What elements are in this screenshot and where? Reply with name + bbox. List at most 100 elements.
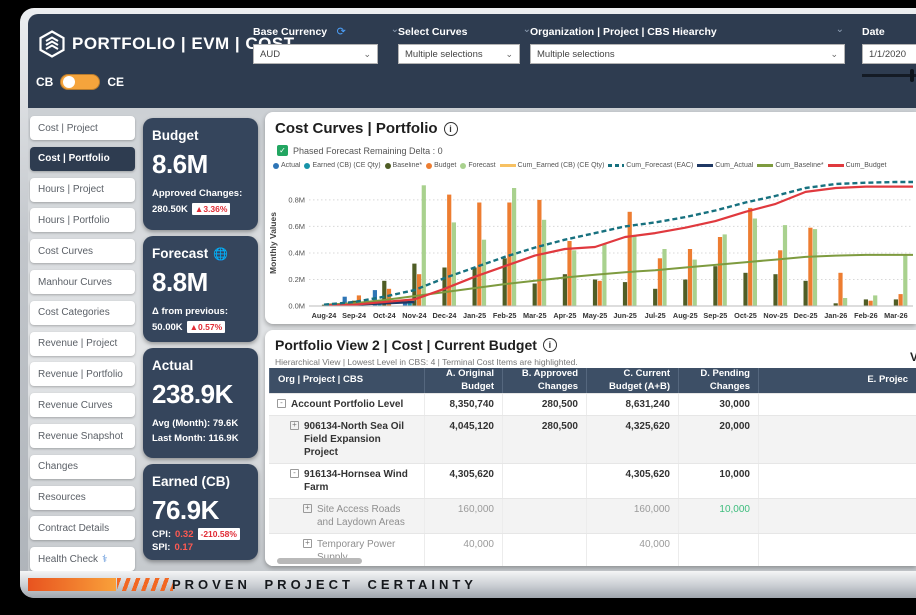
svg-text:Jan-25: Jan-25 xyxy=(463,311,486,320)
column-header[interactable]: E. Projec xyxy=(758,368,916,393)
table-row[interactable]: -Account Portfolio Level8,350,740280,500… xyxy=(269,393,916,415)
stethoscope-icon: ⚕ xyxy=(102,554,107,565)
legend-item[interactable]: Cum_Earned (CB) (CE Qty) xyxy=(500,162,605,169)
cb-ce-toggle[interactable] xyxy=(60,74,100,90)
legend-item[interactable]: Cum_Forecast (EAC) xyxy=(608,162,693,169)
row-value-cell: 280,500 xyxy=(502,416,586,463)
svg-text:Mar-26: Mar-26 xyxy=(884,311,908,320)
sidebar-item-revenue-project[interactable]: Revenue | Project xyxy=(30,332,135,356)
svg-text:0.2M: 0.2M xyxy=(288,275,305,284)
collapse-icon[interactable]: - xyxy=(290,469,299,478)
row-value-cell: 160,000 xyxy=(586,499,678,533)
toggle-label-ce: CE xyxy=(107,75,124,89)
legend-item[interactable]: Budget xyxy=(426,162,456,169)
select-curves-dropdown[interactable]: Multiple selections ⌄ xyxy=(398,44,520,64)
legend-item[interactable]: Cum_Budget xyxy=(828,162,887,169)
table-row[interactable]: -916134-Hornsea Wind Farm4,305,6204,305,… xyxy=(269,463,916,498)
expand-icon[interactable]: + xyxy=(303,539,312,548)
expand-icon[interactable]: + xyxy=(290,421,299,430)
sidebar-item-changes[interactable]: Changes xyxy=(30,455,135,479)
portfolio-table: Org | Project | CBSA. Original BudgetB. … xyxy=(269,368,916,566)
sidebar-item-hours-project[interactable]: Hours | Project xyxy=(30,178,135,202)
sidebar-item-revenue-portfolio[interactable]: Revenue | Portfolio xyxy=(30,362,135,386)
column-header[interactable]: D. Pending Changes xyxy=(678,368,758,393)
kpi-badge: -210.58% xyxy=(198,528,240,540)
svg-text:Monthly Values: Monthly Values xyxy=(268,212,278,274)
row-value-cell xyxy=(502,499,586,533)
sidebar-item-hours-portfolio[interactable]: Hours | Portfolio xyxy=(30,208,135,232)
slider-handle[interactable] xyxy=(910,69,914,82)
legend-item[interactable]: Cum_Actual xyxy=(697,162,753,169)
chevron-down-icon[interactable]: ⌄ xyxy=(836,24,844,35)
org-hierarchy-dropdown[interactable]: Multiple selections ⌄ xyxy=(530,44,845,64)
kpi-title: Budget xyxy=(152,128,249,143)
row-value-cell xyxy=(678,534,758,566)
brand-footer: PROVEN PROJECT CERTAINTY xyxy=(20,571,916,598)
kpi-value: 238.9K xyxy=(152,379,249,410)
column-header[interactable]: B. Approved Changes xyxy=(502,368,586,393)
row-value-cell: 30,000 xyxy=(678,394,758,415)
globe-icon: 🌐 xyxy=(213,247,228,261)
sidebar-item-manhour-curves[interactable]: Manhour Curves xyxy=(30,270,135,294)
app-header: PORTFOLIO | EVM | COST CB CE Base Curren… xyxy=(28,14,916,108)
base-currency-dropdown[interactable]: AUD ⌄ xyxy=(253,44,378,64)
toggle-label-cb: CB xyxy=(36,75,53,89)
column-header[interactable]: A. Original Budget xyxy=(424,368,502,393)
svg-text:Dec-24: Dec-24 xyxy=(433,311,458,320)
kpi-badge: ▲0.57% xyxy=(187,321,226,333)
screenshot-stage: PORTFOLIO | EVM | COST CB CE Base Curren… xyxy=(0,0,916,615)
svg-text:0.8M: 0.8M xyxy=(288,195,305,204)
info-icon[interactable]: i xyxy=(444,122,458,136)
sidebar-item-label: Revenue | Portfolio xyxy=(38,369,123,380)
chart-legend: Actual Earned (CB) (CE Qty) Baseline*Budge… xyxy=(273,162,916,169)
table-row[interactable]: +Site Access Roads and Laydown Areas160,… xyxy=(269,498,916,533)
svg-text:Jan-26: Jan-26 xyxy=(824,311,847,320)
sidebar-item-contract-details[interactable]: Contract Details xyxy=(30,516,135,540)
checkbox-checked-icon[interactable]: ✓ xyxy=(277,145,288,156)
chevron-down-icon: ⌄ xyxy=(830,49,838,60)
table-subtitle: Hierarchical View | Lowest Level in CBS:… xyxy=(275,357,578,367)
sidebar-item-revenue-snapshot[interactable]: Revenue Snapshot xyxy=(30,424,135,448)
legend-item[interactable]: Actual xyxy=(273,162,300,169)
date-range-slider[interactable] xyxy=(862,74,916,77)
legend-item[interactable]: Earned (CB) (CE Qty) xyxy=(304,162,380,169)
legend-item[interactable]: Cum_Baseline* xyxy=(757,162,823,169)
spi-label: SPI: xyxy=(152,542,170,553)
portfolio-table-panel: Portfolio View 2 | Cost | Current Budget… xyxy=(265,330,916,566)
date-value: 1/1/2020 xyxy=(869,49,906,60)
legend-line-icon xyxy=(608,164,624,167)
table-row[interactable]: +Temporary Power Supply40,00040,000 xyxy=(269,533,916,566)
sidebar-item-cost-categories[interactable]: Cost Categories xyxy=(30,301,135,325)
kpi-title: Earned (CB) xyxy=(152,474,249,489)
sidebar-item-revenue-curves[interactable]: Revenue Curves xyxy=(30,393,135,417)
expand-icon[interactable]: + xyxy=(303,504,312,513)
sidebar-item-cost-project[interactable]: Cost | Project xyxy=(30,116,135,140)
kpi-card-forecast: Forecast 🌐 8.8M Δ from previous: 50.00K … xyxy=(143,236,258,342)
kpi-value: 76.9K xyxy=(152,495,249,526)
column-header[interactable]: Org | Project | CBS xyxy=(269,368,424,393)
spi-value: 0.17 xyxy=(174,542,193,553)
chevron-down-icon: ⌄ xyxy=(505,49,513,60)
sidebar-item-health-check[interactable]: Health Check ⚕ xyxy=(30,547,135,571)
column-header[interactable]: C. Current Budget (A+B) xyxy=(586,368,678,393)
table-row[interactable]: +906134-North Sea Oil Field Expansion Pr… xyxy=(269,415,916,463)
kpi-card-budget: Budget 8.6M Approved Changes: 280.50K ▲3… xyxy=(143,118,258,230)
sidebar-item-cost-portfolio[interactable]: Cost | Portfolio xyxy=(30,147,135,171)
sidebar-item-label: Revenue Curves xyxy=(38,400,112,411)
slicer-select-curves-label: Select Curves xyxy=(398,26,467,38)
kpi-card-actual: Actual 238.9K Avg (Month): 79.6K Last Mo… xyxy=(143,348,258,458)
row-value-cell: 4,045,120 xyxy=(424,416,502,463)
footer-orange-bar xyxy=(28,578,116,591)
date-input[interactable]: 1/1/2020 xyxy=(862,44,916,64)
row-value-cell xyxy=(758,499,916,533)
svg-text:Mar-25: Mar-25 xyxy=(523,311,547,320)
sidebar-item-cost-curves[interactable]: Cost Curves xyxy=(30,239,135,263)
sidebar-item-label: Manhour Curves xyxy=(38,277,112,288)
legend-item[interactable]: Forecast xyxy=(460,162,495,169)
legend-item[interactable]: Baseline* xyxy=(385,162,423,169)
horizontal-scrollbar[interactable] xyxy=(277,558,362,564)
sidebar-item-resources[interactable]: Resources xyxy=(30,486,135,510)
info-icon[interactable]: i xyxy=(543,338,557,352)
collapse-icon[interactable]: - xyxy=(277,399,286,408)
sidebar-item-label: Health Check xyxy=(38,554,98,565)
